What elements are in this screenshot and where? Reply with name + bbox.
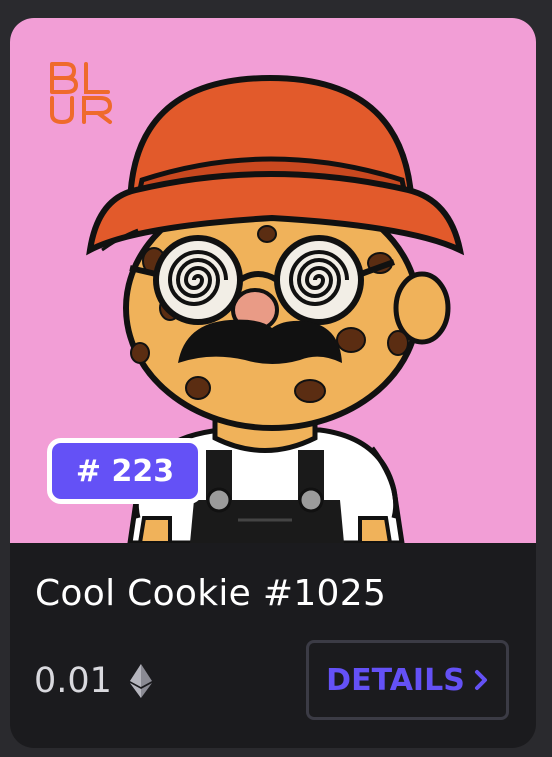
ethereum-icon	[129, 664, 152, 698]
nft-card[interactable]: # 223 Cool Cookie #1025 0.01 DETAILS	[10, 18, 536, 748]
blur-logo	[50, 62, 113, 125]
nft-title[interactable]: Cool Cookie #1025	[35, 573, 386, 614]
chevron-right-icon	[474, 670, 487, 690]
details-button-label: DETAILS	[326, 662, 465, 698]
details-button[interactable]: DETAILS	[306, 640, 509, 720]
price-display: 0.01	[34, 661, 152, 701]
rarity-rank-text: # 223	[75, 453, 175, 489]
nft-artwork[interactable]: # 223	[10, 18, 536, 543]
price-value: 0.01	[34, 661, 112, 701]
rarity-rank-badge: # 223	[47, 438, 203, 504]
